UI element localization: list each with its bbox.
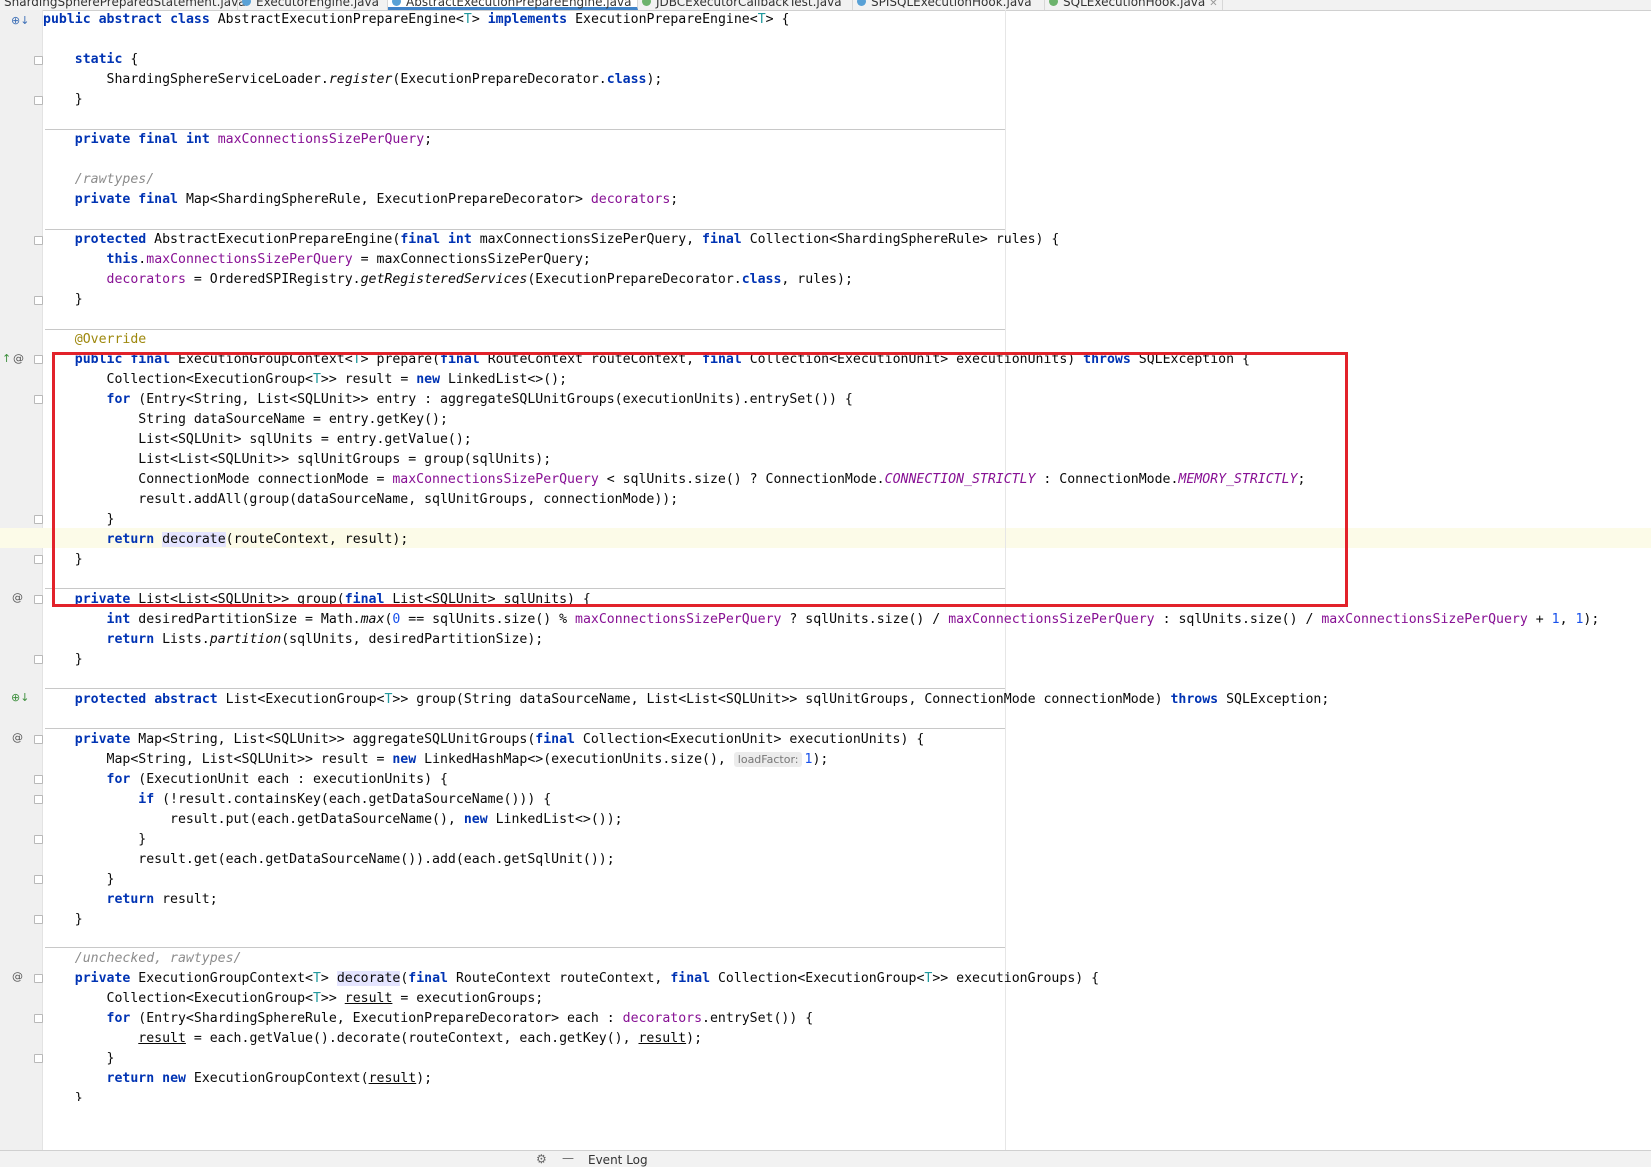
fold-marker-icon[interactable]	[34, 655, 43, 664]
tab-label: SQLExecutionHook.java	[1063, 0, 1206, 9]
code-line[interactable]: ShardingSphereServiceLoader.register(Exe…	[43, 70, 663, 90]
code-line[interactable]: private final int maxConnectionsSizePerQ…	[43, 130, 432, 150]
code-line[interactable]: private Map<String, List<SQLUnit>> aggre…	[43, 730, 925, 750]
code-line[interactable]: decorators = OrderedSPIRegistry.getRegis…	[43, 270, 853, 290]
fold-marker-icon[interactable]	[34, 555, 43, 564]
event-log-tab[interactable]: Event Log	[588, 1153, 648, 1167]
tab-jdbc-executor-callback-test[interactable]: JDBCExecutorCallbackTest.java	[638, 0, 853, 10]
code-line[interactable]: Collection<ExecutionGroup<T>> result = e…	[43, 989, 544, 1009]
tab-label: SPISQLExecutionHook.java	[871, 0, 1032, 9]
code-line[interactable]: return result;	[43, 890, 218, 910]
fold-marker-icon[interactable]	[34, 915, 43, 924]
tab-abstract-execution-prepare-engine[interactable]: AbstractExecutionPrepareEngine.java	[388, 0, 638, 10]
fold-marker-icon[interactable]	[34, 236, 43, 245]
interface-icon	[1049, 0, 1058, 6]
method-separator	[45, 329, 1005, 330]
code-line[interactable]: Map<String, List<SQLUnit>> result = new …	[43, 750, 828, 770]
override-marker-icon[interactable]: @	[12, 732, 23, 744]
code-line[interactable]: static {	[43, 50, 139, 70]
fold-marker-icon[interactable]	[34, 355, 43, 364]
code-line[interactable]: if (!result.containsKey(each.getDataSour…	[43, 790, 551, 810]
override-marker-icon[interactable]: @	[12, 592, 23, 604]
code-line[interactable]: for (Entry<ShardingSphereRule, Execution…	[43, 1009, 814, 1029]
implementing-method-icon[interactable]: ↑	[2, 353, 11, 365]
code-line[interactable]: for (ExecutionUnit each : executionUnits…	[43, 770, 448, 790]
code-line[interactable]: result = each.getValue().decorate(routeC…	[43, 1029, 702, 1049]
fold-marker-icon[interactable]	[34, 974, 43, 983]
fold-marker-icon[interactable]	[34, 875, 43, 884]
tab-label: ExecutorEngine.java	[256, 0, 379, 9]
tab-label: JDBCExecutorCallbackTest.java	[656, 0, 842, 9]
code-line[interactable]: }	[43, 290, 83, 310]
method-separator	[45, 728, 1005, 729]
java-class-icon	[392, 0, 401, 6]
code-line[interactable]: private ExecutionGroupContext<T> decorat…	[43, 969, 1099, 989]
tab-label: AbstractExecutionPrepareEngine.java	[406, 0, 632, 9]
code-line[interactable]: /unchecked, rawtypes/	[43, 949, 242, 969]
tab-spi-sql-execution-hook[interactable]: SPISQLExecutionHook.java	[853, 0, 1045, 10]
code-line[interactable]: return new ExecutionGroupContext(result)…	[43, 1069, 433, 1089]
fold-marker-icon[interactable]	[34, 395, 43, 404]
code-line[interactable]: protected AbstractExecutionPrepareEngine…	[43, 230, 1060, 250]
tab-sharding-sphere-prepared-statement[interactable]: ShardingSpherePreparedStatement.java	[0, 0, 246, 10]
fold-marker-icon[interactable]	[34, 296, 43, 305]
java-class-icon	[242, 0, 251, 6]
tab-executor-engine[interactable]: ExecutorEngine.java	[238, 0, 388, 10]
code-line[interactable]: int desiredPartitionSize = Math.max(0 ==…	[43, 610, 1600, 630]
implemented-method-icon[interactable]: ⊕↓	[11, 15, 29, 27]
code-line[interactable]: result.put(each.getDataSourceName(), new…	[43, 810, 623, 830]
fold-marker-icon[interactable]	[34, 1054, 43, 1063]
code-line[interactable]: }	[43, 1049, 115, 1069]
parameter-hint: loadFactor:	[733, 752, 803, 767]
code-line[interactable]: result.get(each.getDataSourceName()).add…	[43, 850, 614, 870]
code-line[interactable]: return Lists.partition(sqlUnits, desired…	[43, 630, 544, 650]
fold-marker-icon[interactable]	[34, 735, 43, 744]
method-separator	[45, 688, 1005, 689]
fold-marker-icon[interactable]	[34, 1014, 43, 1023]
code-line[interactable]: public abstract class AbstractExecutionP…	[43, 10, 789, 30]
override-marker-icon[interactable]: @	[13, 353, 24, 365]
fold-marker-icon[interactable]	[34, 56, 43, 65]
status-bar: ⚙ — Event Log	[0, 1150, 1651, 1167]
fold-marker-icon[interactable]	[34, 96, 43, 105]
fold-marker-icon[interactable]	[34, 775, 43, 784]
java-class-icon	[857, 0, 866, 6]
code-line[interactable]: this.maxConnectionsSizePerQuery = maxCon…	[43, 250, 591, 270]
code-line[interactable]: /rawtypes/	[43, 170, 154, 190]
close-tab-icon[interactable]: ✕	[1209, 0, 1217, 9]
code-line[interactable]: }	[43, 910, 83, 930]
code-line[interactable]: private final Map<ShardingSphereRule, Ex…	[43, 190, 678, 210]
method-separator	[45, 947, 1005, 948]
fold-marker-icon[interactable]	[34, 595, 43, 604]
code-line[interactable]: protected abstract List<ExecutionGroup<T…	[43, 690, 1330, 710]
tab-sql-execution-hook[interactable]: SQLExecutionHook.java ✕	[1045, 0, 1223, 10]
tab-label: ShardingSpherePreparedStatement.java	[4, 0, 246, 9]
fold-marker-icon[interactable]	[34, 795, 43, 804]
code-line[interactable]: }	[43, 650, 83, 670]
code-line[interactable]: @Override	[43, 330, 146, 350]
code-line[interactable]: }	[43, 870, 115, 890]
fold-marker-icon[interactable]	[34, 515, 43, 524]
override-marker-icon[interactable]: @	[12, 971, 23, 983]
gear-icon[interactable]: ⚙	[536, 1152, 547, 1166]
highlight-annotation-box	[52, 352, 1348, 607]
test-class-icon	[642, 0, 651, 6]
code-line[interactable]: }	[43, 830, 146, 850]
fold-marker-icon[interactable]	[34, 835, 43, 844]
implemented-abstract-icon[interactable]: ⊕↓	[11, 692, 29, 704]
minimize-icon[interactable]: —	[562, 1151, 574, 1165]
code-line[interactable]: }	[43, 90, 83, 110]
code-line[interactable]: }	[43, 1089, 83, 1101]
